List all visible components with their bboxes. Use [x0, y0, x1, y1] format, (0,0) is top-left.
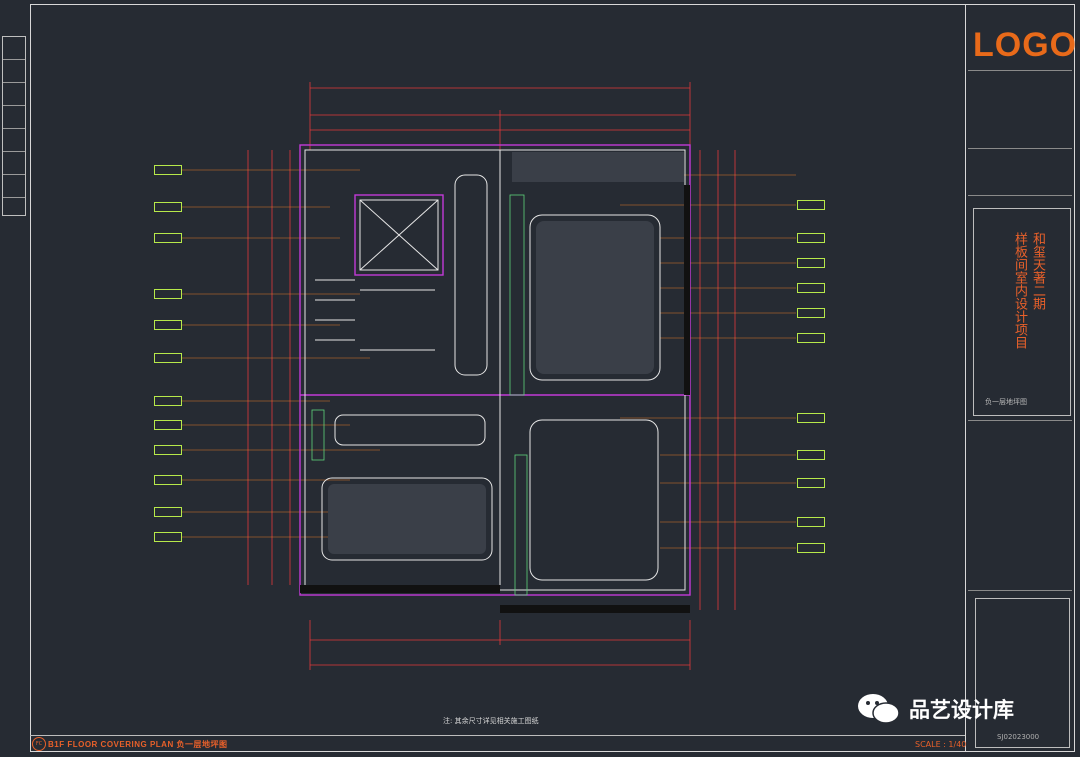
material-tag	[154, 532, 182, 542]
drawing-title: B1F FLOOR COVERING PLAN 负一层地坪图	[48, 740, 228, 749]
material-tag	[154, 420, 182, 430]
watermark-text: 品艺设计库	[909, 698, 1014, 722]
material-tag	[797, 333, 825, 343]
material-tag	[797, 413, 825, 423]
drawing-scale: SCALE : 1/40	[915, 740, 967, 749]
material-tag	[797, 543, 825, 553]
material-tag	[797, 308, 825, 318]
material-tag	[797, 233, 825, 243]
drawing-label: FC	[32, 737, 46, 751]
watermark: 品艺设计库	[855, 692, 1014, 726]
material-tag	[154, 396, 182, 406]
leader-lines	[182, 169, 796, 549]
material-tag	[154, 507, 182, 517]
title-bar-rule	[30, 735, 965, 736]
material-tag	[154, 445, 182, 455]
material-tag	[154, 353, 182, 363]
material-tag	[797, 450, 825, 460]
material-tag	[154, 289, 182, 299]
material-tag	[797, 478, 825, 488]
floor-hatch	[328, 152, 684, 554]
material-tag	[154, 165, 182, 175]
floor-plan	[182, 82, 796, 670]
material-tag	[154, 202, 182, 212]
plan-note: 注: 其余尺寸详见相关施工图纸	[443, 717, 539, 725]
wechat-icon	[858, 694, 900, 724]
material-tag	[154, 475, 182, 485]
material-tag	[797, 258, 825, 268]
material-tag	[797, 517, 825, 527]
material-tag	[154, 320, 182, 330]
material-tag	[797, 283, 825, 293]
material-tag	[154, 233, 182, 243]
material-tag	[797, 200, 825, 210]
